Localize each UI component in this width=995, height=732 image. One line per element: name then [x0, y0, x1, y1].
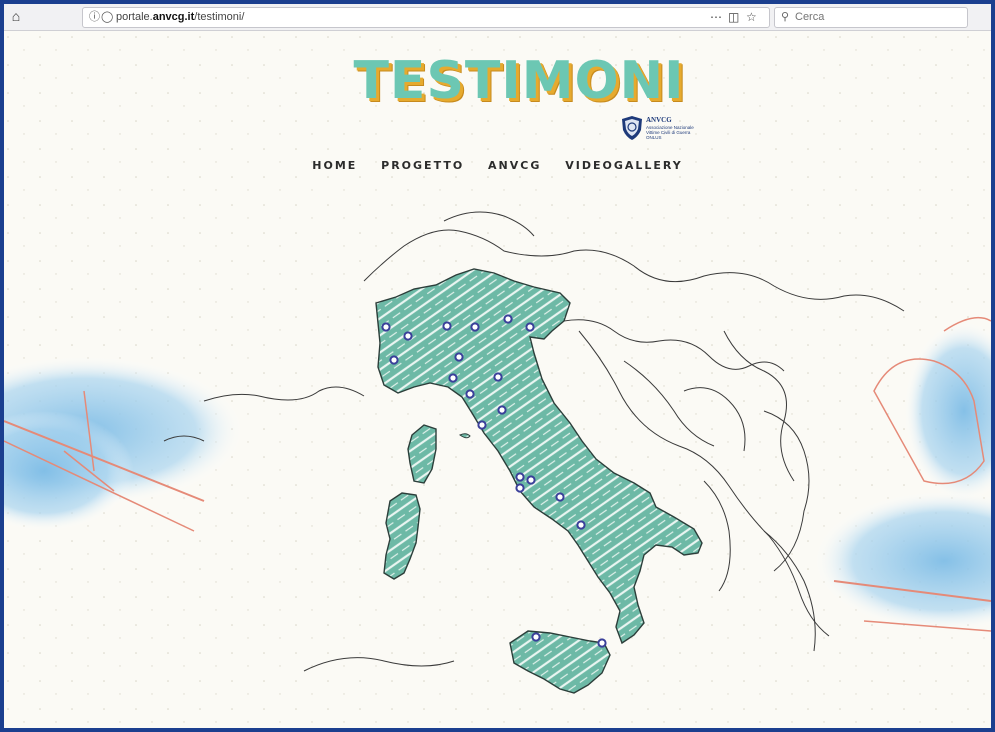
location-marker[interactable]	[555, 492, 565, 502]
location-marker[interactable]	[503, 314, 513, 324]
location-marker[interactable]	[442, 321, 452, 331]
search-icon: ⚲	[781, 11, 790, 23]
location-marker[interactable]	[531, 632, 541, 642]
page-actions-icon[interactable]: ⋯	[710, 8, 722, 27]
location-marker[interactable]	[470, 322, 480, 332]
search-input[interactable]	[795, 9, 960, 24]
nav-videogallery[interactable]: VIDEOGALLERY	[565, 159, 683, 172]
browser-search-box[interactable]: ⚲	[774, 7, 968, 28]
logo-subtitle: Associazione Nazionale Vittime Civili di…	[646, 125, 694, 140]
location-marker[interactable]	[477, 420, 487, 430]
location-marker[interactable]	[403, 331, 413, 341]
page-content: TESTIMONI ANVCG Associazione Nazionale V…	[4, 31, 991, 728]
location-marker[interactable]	[526, 475, 536, 485]
url-text[interactable]: portale.anvcg.it/testimoni/	[116, 8, 244, 27]
main-nav: HOME PROGETTO ANVCG VIDEOGALLERY	[4, 159, 991, 172]
page-title: TESTIMONI	[353, 51, 685, 111]
nav-progetto[interactable]: PROGETTO	[381, 159, 464, 172]
address-bar[interactable]: ⓘ ◯ portale.anvcg.it/testimoni/ ⋯ ◫ ☆	[82, 7, 770, 28]
shield-icon[interactable]: ◯	[101, 9, 113, 26]
info-icon[interactable]: ⓘ	[89, 9, 100, 26]
location-marker[interactable]	[525, 322, 535, 332]
shield-logo-icon	[622, 116, 642, 140]
nav-home[interactable]: HOME	[312, 159, 357, 172]
logo-name: ANVCG	[646, 116, 672, 124]
location-marker[interactable]	[493, 372, 503, 382]
location-marker[interactable]	[454, 352, 464, 362]
location-marker[interactable]	[515, 483, 525, 493]
nav-anvcg[interactable]: ANVCG	[488, 159, 541, 172]
location-marker[interactable]	[465, 389, 475, 399]
bookmark-star-icon[interactable]: ☆	[746, 8, 757, 27]
browser-toolbar: ⌂ ⓘ ◯ portale.anvcg.it/testimoni/ ⋯ ◫ ☆ …	[4, 4, 991, 31]
anvcg-logo[interactable]: ANVCG Associazione Nazionale Vittime Civ…	[621, 113, 701, 145]
location-marker[interactable]	[515, 472, 525, 482]
location-marker[interactable]	[597, 638, 607, 648]
map-illustration	[4, 31, 991, 728]
location-marker[interactable]	[381, 322, 391, 332]
location-marker[interactable]	[576, 520, 586, 530]
location-marker[interactable]	[448, 373, 458, 383]
location-marker[interactable]	[497, 405, 507, 415]
browser-window: ⌂ ⓘ ◯ portale.anvcg.it/testimoni/ ⋯ ◫ ☆ …	[4, 4, 991, 728]
pocket-icon[interactable]: ◫	[728, 8, 739, 27]
home-icon[interactable]: ⌂	[7, 7, 25, 25]
location-marker[interactable]	[389, 355, 399, 365]
